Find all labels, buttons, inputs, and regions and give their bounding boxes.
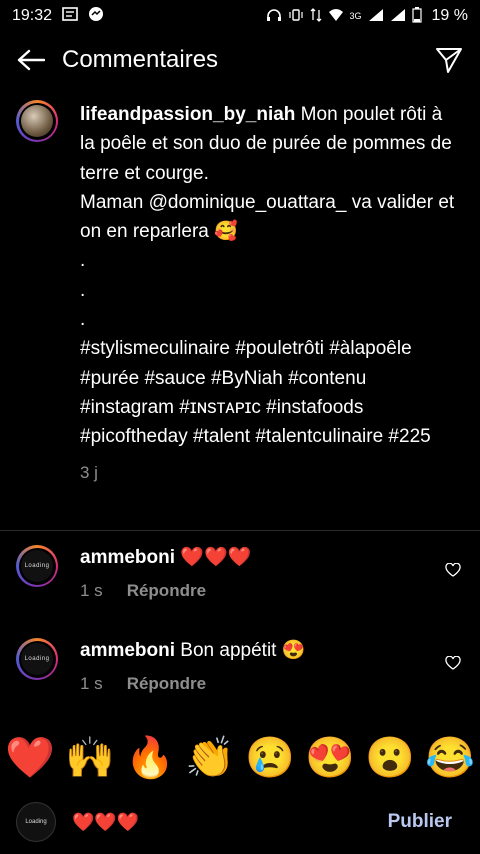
heart-outline-icon: [445, 656, 461, 670]
like-comment-button[interactable]: [440, 545, 466, 601]
comment-text: ❤️❤️❤️: [175, 547, 252, 568]
comment-line: ammeboni Bon appétit 😍: [80, 638, 440, 664]
avatar-image: Loading: [21, 550, 53, 582]
avatar-ring-inner: Loading: [18, 640, 56, 678]
reply-button[interactable]: Répondre: [127, 674, 206, 694]
comment-item: Loading ammeboni ❤️❤️❤️ 1 s Répondre: [16, 545, 466, 601]
status-time: 19:32: [12, 7, 53, 24]
send-icon: [436, 48, 462, 73]
reaction-crying-button[interactable]: 😢: [245, 734, 295, 781]
reaction-fire-button[interactable]: 🔥: [125, 734, 175, 781]
arrow-left-icon: [17, 49, 45, 71]
signal-icon-2: [390, 8, 406, 25]
like-comment-button[interactable]: [440, 638, 466, 694]
status-right: 3G 19 %: [266, 6, 468, 26]
caption: lifeandpassion_by_niah Mon poulet rôti à…: [16, 100, 476, 487]
comment-avatar[interactable]: Loading: [16, 545, 58, 587]
comment-meta: 1 s Répondre: [80, 674, 440, 694]
reply-button[interactable]: Répondre: [127, 581, 206, 601]
status-left: 19:32: [12, 6, 104, 27]
user-avatar: Loading: [16, 802, 56, 842]
caption-username[interactable]: lifeandpassion_by_niah: [80, 104, 295, 125]
comment-body: ammeboni Bon appétit 😍 1 s Répondre: [80, 638, 440, 694]
battery-icon: [411, 6, 422, 26]
avatar-ring-inner: [18, 102, 56, 140]
reaction-laughing-button[interactable]: 😂: [425, 734, 475, 781]
reaction-surprised-button[interactable]: 😮: [365, 734, 415, 781]
comment-body: ammeboni ❤️❤️❤️ 1 s Répondre: [80, 545, 440, 601]
comment-meta: 1 s Répondre: [80, 581, 440, 601]
header: Commentaires: [0, 32, 480, 88]
avatar-image: Loading: [21, 643, 53, 675]
comment-username[interactable]: ammeboni: [80, 640, 175, 661]
heart-outline-icon: [445, 563, 461, 577]
reaction-heart-button[interactable]: ❤️: [5, 734, 55, 781]
signal-icon: [368, 8, 384, 25]
reaction-clapping-button[interactable]: 👏: [185, 734, 235, 781]
vibrate-icon: [288, 8, 304, 25]
reaction-bar: ❤️ 🙌 🔥 👏 😢 😍 😮 😂: [0, 725, 480, 789]
caption-timestamp: 3 j: [80, 462, 98, 482]
data-transfer-icon: [310, 7, 322, 25]
status-icons: 3G: [266, 6, 422, 26]
comment-composer: Loading Publier: [0, 790, 480, 854]
divider: [0, 530, 480, 531]
comment-timestamp: 1 s: [80, 674, 103, 693]
avatar-ring-inner: Loading: [18, 547, 56, 585]
comment-item: Loading ammeboni Bon appétit 😍 1 s Répon…: [16, 638, 466, 694]
caption-text-block: lifeandpassion_by_niah Mon poulet rôti à…: [80, 100, 460, 452]
reaction-heart-eyes-button[interactable]: 😍: [305, 734, 355, 781]
headphones-icon: [266, 8, 282, 25]
notification-icon: [62, 6, 78, 26]
comment-username[interactable]: ammeboni: [80, 547, 175, 568]
comment-text: Bon appétit 😍: [175, 640, 306, 661]
caption-body: lifeandpassion_by_niah Mon poulet rôti à…: [80, 100, 460, 487]
comment-input[interactable]: [70, 810, 388, 834]
messenger-icon: [88, 6, 104, 27]
publish-button[interactable]: Publier: [388, 811, 452, 833]
caption-avatar[interactable]: [16, 100, 58, 142]
network-label: 3G: [349, 11, 362, 21]
status-bar: 19:32 3G 19 %: [0, 0, 480, 32]
share-button[interactable]: [434, 45, 464, 75]
reaction-raising-hands-button[interactable]: 🙌: [65, 734, 115, 781]
comment-avatar[interactable]: Loading: [16, 638, 58, 680]
back-button[interactable]: [16, 45, 46, 75]
page-title: Commentaires: [62, 46, 219, 73]
comment-timestamp: 1 s: [80, 581, 103, 600]
wifi-icon: [328, 8, 344, 25]
battery-level: 19 %: [431, 7, 468, 24]
comment-line: ammeboni ❤️❤️❤️: [80, 545, 440, 571]
avatar-image: [21, 105, 53, 137]
caption-text: Mon poulet rôti à la poêle et son duo de…: [80, 104, 455, 448]
